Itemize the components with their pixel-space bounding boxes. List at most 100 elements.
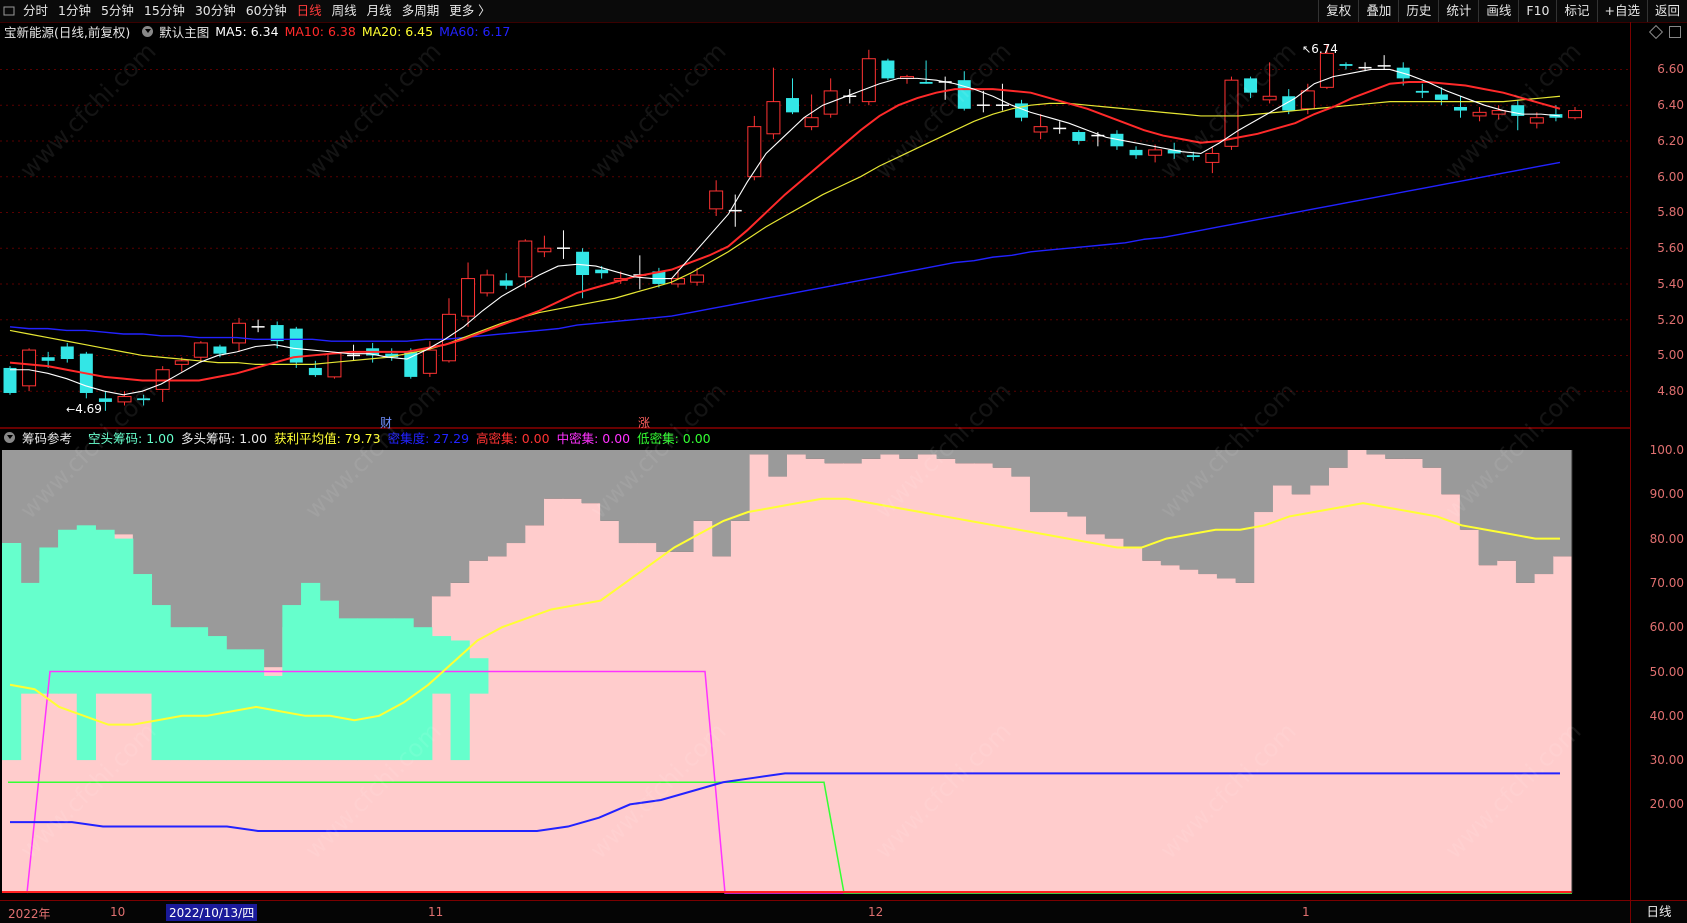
- candle-up: [1262, 95, 1277, 101]
- indicator-tick-label: 70.00: [1649, 575, 1684, 590]
- chip-profit-bar: [1198, 574, 1218, 893]
- price-tick-label: 5.40: [1657, 276, 1684, 291]
- candle-up: [22, 349, 37, 387]
- chip-loss-bar: [469, 450, 489, 561]
- chip-loss-bar: [1067, 450, 1087, 517]
- short-chip-bar: [132, 574, 153, 694]
- short-chip-bar: [338, 618, 358, 761]
- price-tick-label: 6.60: [1657, 62, 1684, 77]
- event-marker-limit-up[interactable]: 涨: [638, 414, 650, 431]
- candle-down: [595, 269, 609, 274]
- candle-up: [193, 342, 208, 358]
- candle-up: [441, 313, 456, 362]
- price-tick-label: 5.00: [1657, 348, 1684, 363]
- chip-profit-bar: [805, 458, 825, 893]
- chip-profit-bar: [637, 543, 657, 893]
- watermark-text: www.cfchi.com: [1439, 37, 1586, 184]
- chip-loss-bar: [843, 450, 863, 464]
- candle-up: [480, 274, 495, 294]
- chip-loss-bar: [263, 450, 283, 668]
- chip-loss-bar: [95, 450, 115, 530]
- chip-loss-bar: [20, 450, 40, 601]
- short-chip-bar: [170, 627, 190, 761]
- chip-loss-bar: [114, 450, 134, 535]
- short-chip-bar: [469, 658, 489, 694]
- candle-down: [1339, 64, 1353, 66]
- chip-profit-bar: [562, 498, 582, 893]
- watermark-text: www.cfchi.com: [299, 37, 446, 184]
- candle-up: [327, 353, 342, 378]
- date-label-dec: 12: [868, 905, 884, 919]
- chip-loss-bar: [151, 450, 171, 619]
- chip-loss-bar: [861, 450, 881, 459]
- chip-loss-bar: [1291, 450, 1311, 495]
- short-chip-bar: [450, 640, 470, 761]
- candle-down: [499, 280, 513, 286]
- chip-loss-bar: [544, 450, 564, 499]
- candle-up: [1033, 126, 1048, 133]
- chip-loss-bar: [226, 450, 246, 663]
- candle-down: [1282, 96, 1296, 111]
- price-tick-label: 6.40: [1657, 98, 1684, 113]
- diamond-icon[interactable]: [1648, 24, 1664, 40]
- chip-loss-bar: [1048, 450, 1068, 513]
- watermark-text: www.cfchi.com: [1154, 37, 1301, 184]
- short-chip-bar: [76, 525, 96, 761]
- event-marker-finance[interactable]: 财: [380, 414, 392, 431]
- chip-profit-bar: [973, 463, 994, 893]
- short-chip-bar: [431, 636, 452, 694]
- chip-loss-bar: [188, 450, 209, 637]
- chip-loss-bar: [992, 450, 1012, 468]
- candle-up: [1300, 90, 1315, 110]
- candle-up: [1319, 52, 1334, 88]
- chip-profit-bar: [955, 463, 975, 893]
- candle-down: [3, 367, 17, 393]
- short-chip-bar: [282, 605, 302, 761]
- candle-down: [576, 251, 590, 276]
- price-tick-label: 5.60: [1657, 241, 1684, 256]
- chip-loss-bar: [170, 450, 190, 637]
- watermark-text: www.cfchi.com: [14, 37, 161, 184]
- price-tick-label: 5.20: [1657, 312, 1684, 327]
- chip-profit-bar: [1329, 467, 1349, 893]
- candle-down: [60, 346, 74, 360]
- chip-profit-bar: [824, 463, 844, 893]
- period-label[interactable]: 日线: [1630, 901, 1687, 923]
- chip-loss-bar: [1534, 450, 1554, 575]
- chip-profit-bar: [469, 560, 489, 893]
- indicator-tick-label: 90.00: [1649, 487, 1684, 502]
- chip-profit-bar: [1366, 454, 1386, 893]
- candle-down: [1415, 90, 1429, 93]
- candle-up: [690, 274, 705, 283]
- chart-canvas[interactable]: www.cfchi.com www.cfchi.com www.cfchi.com w…: [0, 0, 1630, 900]
- candle-down: [308, 367, 322, 376]
- candle-up: [518, 240, 533, 278]
- chip-profit-bar: [1422, 467, 1442, 893]
- chip-profit-bar: [693, 520, 713, 893]
- indicator-tick-label: 20.00: [1649, 797, 1684, 812]
- maximize-icon[interactable]: [1669, 26, 1681, 38]
- ma60-line: [9, 161, 1561, 342]
- price-tick-label: 5.80: [1657, 205, 1684, 220]
- watermark-text: www.cfchi.com: [869, 37, 1016, 184]
- chip-loss-bar: [244, 450, 265, 672]
- chip-profit-bar: [1086, 534, 1106, 893]
- chip-loss-bar: [1235, 450, 1255, 583]
- chip-loss-bar: [413, 450, 433, 632]
- chip-profit-bar: [768, 476, 788, 893]
- chip-loss-bar: [973, 450, 994, 464]
- high-price-marker: ↖6.74: [1302, 42, 1338, 56]
- indicator-tick-label: 80.00: [1649, 531, 1684, 546]
- toolbar-button-8[interactable]: 返回: [1646, 0, 1687, 22]
- candle-up: [1148, 149, 1163, 156]
- chip-loss-bar: [506, 450, 526, 544]
- chip-profit-bar: [1104, 538, 1124, 893]
- chip-loss-bar: [525, 450, 545, 526]
- chip-loss-bar: [674, 450, 695, 552]
- low-price-marker: ←4.69: [66, 402, 102, 416]
- candle-up: [747, 126, 762, 178]
- chip-profit-bar: [525, 525, 545, 893]
- chip-loss-bar: [749, 450, 769, 455]
- chip-loss-bar: [768, 450, 788, 477]
- chip-loss-bar: [1123, 450, 1143, 548]
